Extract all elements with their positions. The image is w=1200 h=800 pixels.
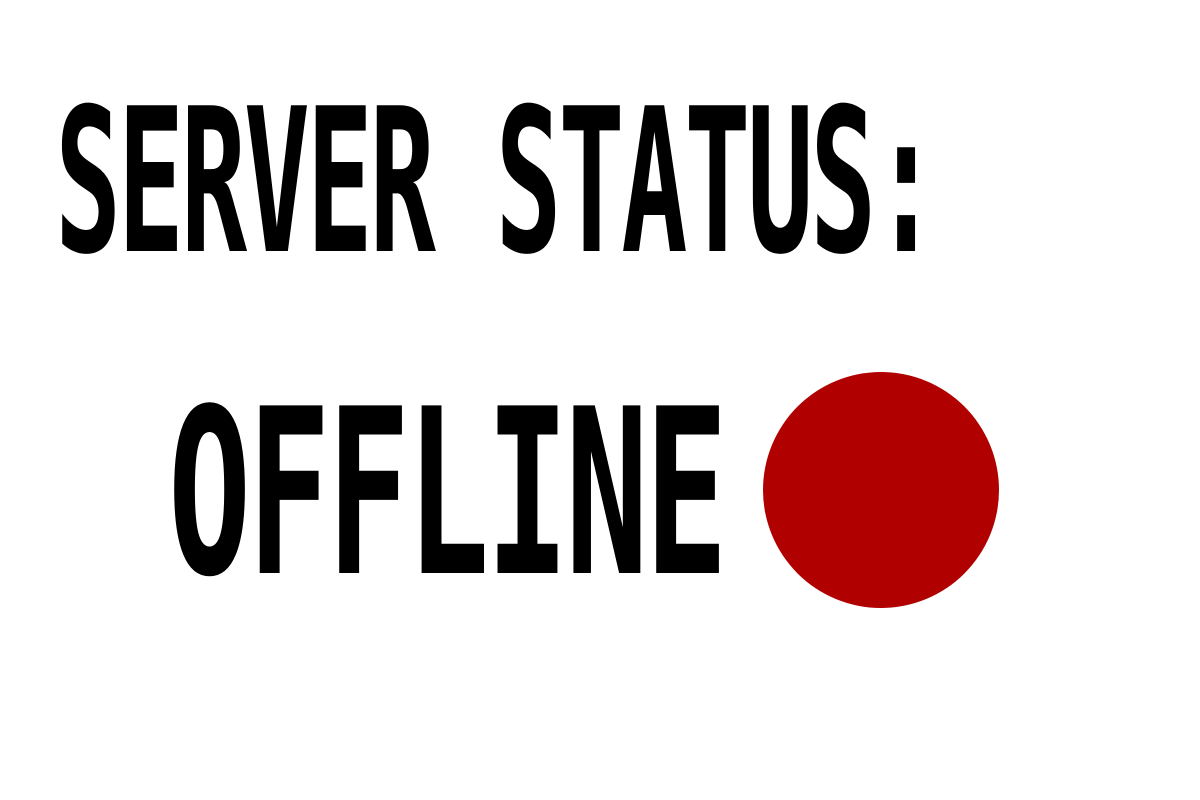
status-row: OFFLINE [0,370,1200,610]
status-label: OFFLINE [168,361,728,628]
status-dot-icon [763,372,999,608]
status-heading: SERVER STATUS: [55,83,1155,283]
heading-text: SERVER STATUS: [55,66,939,299]
